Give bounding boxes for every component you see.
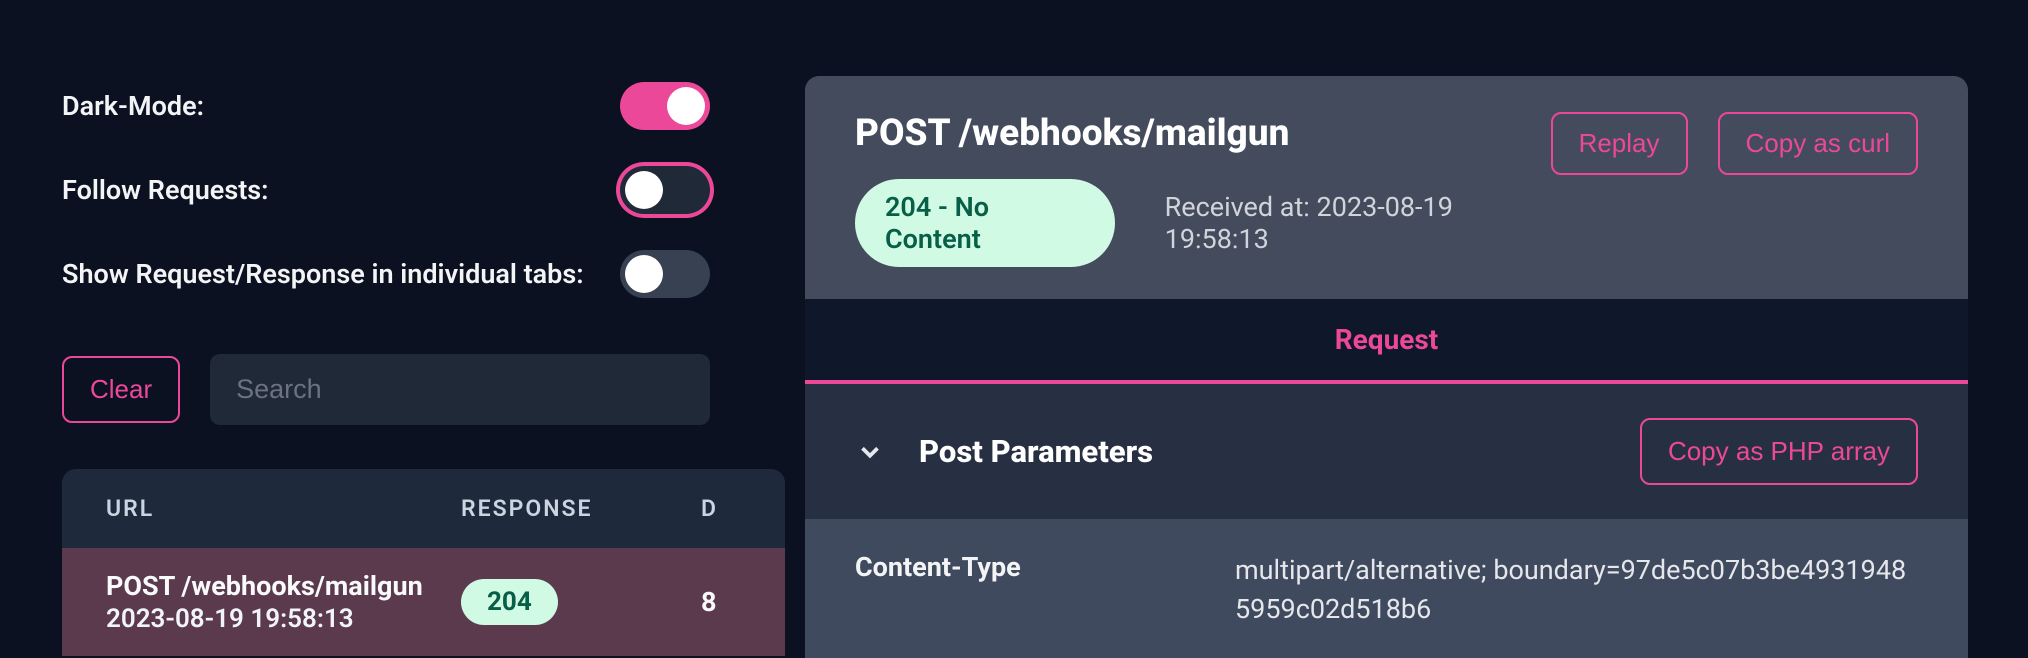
row-endpoint: POST /webhooks/mailgun [106, 570, 461, 602]
copy-curl-button[interactable]: Copy as curl [1718, 112, 1919, 175]
setting-individual-tabs: Show Request/Response in individual tabs… [62, 250, 785, 298]
individual-tabs-label: Show Request/Response in individual tabs… [62, 256, 584, 292]
row-duration: 8 [701, 586, 741, 618]
status-badge: 204 [461, 579, 558, 625]
tools-row: Clear [62, 354, 785, 425]
replay-button[interactable]: Replay [1551, 112, 1688, 175]
table-row[interactable]: POST /webhooks/mailgun 2023-08-19 19:58:… [62, 548, 785, 656]
sidebar: Dark-Mode: Follow Requests: Show Request… [0, 0, 785, 658]
col-header-response: RESPONSE [461, 495, 701, 522]
clear-button[interactable]: Clear [62, 356, 180, 423]
chevron-down-icon[interactable] [855, 437, 885, 467]
detail-title: POST /webhooks/mailgun [855, 112, 1551, 155]
detail-panel: POST /webhooks/mailgun 204 - No Content … [805, 76, 1968, 658]
post-params-section: Post Parameters Copy as PHP array [805, 384, 1968, 519]
detail-header: POST /webhooks/mailgun 204 - No Content … [805, 76, 1968, 299]
follow-requests-toggle[interactable] [620, 166, 710, 214]
search-input[interactable] [210, 354, 710, 425]
setting-follow-requests: Follow Requests: [62, 166, 785, 214]
detail-status-badge: 204 - No Content [855, 179, 1115, 267]
col-header-url: URL [106, 495, 461, 522]
request-table: URL RESPONSE D POST /webhooks/mailgun 20… [62, 469, 785, 656]
section-title: Post Parameters [919, 433, 1153, 470]
param-row: Content-Type multipart/alternative; boun… [805, 519, 1968, 658]
dark-mode-label: Dark-Mode: [62, 88, 204, 124]
param-key: Content-Type [855, 551, 1235, 629]
setting-dark-mode: Dark-Mode: [62, 82, 785, 130]
follow-requests-label: Follow Requests: [62, 172, 269, 208]
copy-php-button[interactable]: Copy as PHP array [1640, 418, 1918, 485]
row-time: 2023-08-19 19:58:13 [106, 604, 461, 634]
dark-mode-toggle[interactable] [620, 82, 710, 130]
individual-tabs-toggle[interactable] [620, 250, 710, 298]
request-table-header: URL RESPONSE D [62, 469, 785, 548]
detail-tabs: Request [805, 299, 1968, 384]
param-value: multipart/alternative; boundary=97de5c07… [1235, 551, 1918, 629]
col-header-duration: D [701, 495, 741, 522]
received-at: Received at: 2023-08-19 19:58:13 [1165, 191, 1551, 255]
tab-request[interactable]: Request [805, 299, 1968, 384]
